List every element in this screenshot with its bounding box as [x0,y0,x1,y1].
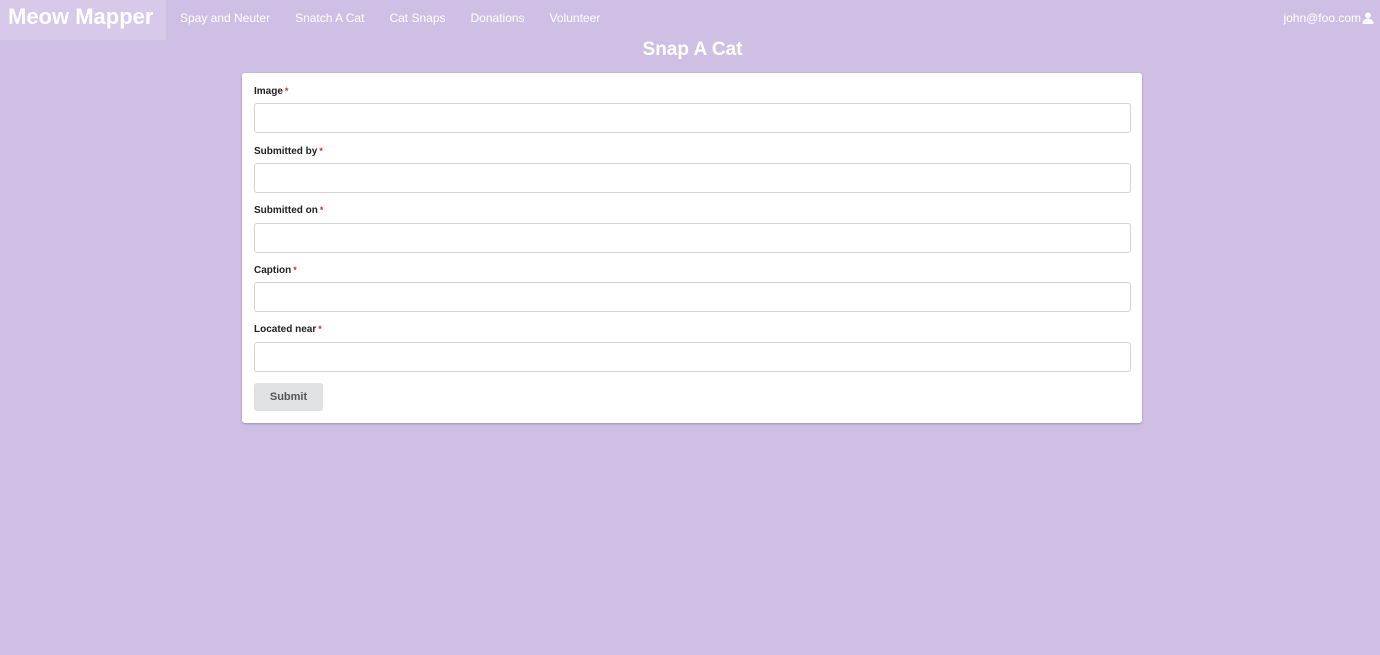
snap-form: Image * Submitted by * Submitted on * Capti… [242,73,1142,423]
located-near-field-label: Located near * [254,324,322,335]
nav-menu: Spay and Neuter Snatch A Cat Cat Snaps D… [180,0,625,36]
nav-item-snatch-a-cat[interactable]: Snatch A Cat [295,11,364,25]
submitted-on-label-text: Submitted on [254,205,318,216]
required-marker: * [319,146,323,156]
located-near-field[interactable] [254,342,1131,372]
navbar: Meow Mapper Spay and Neuter Snatch A Cat… [0,0,1380,40]
required-marker: * [284,86,289,96]
nav-item-cat-snaps[interactable]: Cat Snaps [389,11,445,25]
user-menu[interactable]: john@foo.com [1283,0,1374,36]
image-field[interactable] [254,103,1131,133]
nav-item-donations[interactable]: Donations [471,11,525,25]
caption-label-text: Caption [254,265,292,276]
caption-field-label: Caption * [254,265,297,276]
page-title: Snap A Cat [642,39,743,60]
brand-logo[interactable]: Meow Mapper [0,0,166,40]
image-label-text: Image [254,86,283,97]
submitted-by-field[interactable] [254,163,1131,193]
submitted-by-field-label: Submitted by * [254,146,323,157]
submitted-on-field-label: Submitted on * [254,205,323,216]
image-field-label: Image * [254,86,288,97]
required-marker: * [293,265,297,275]
nav-item-spay-and-neuter[interactable]: Spay and Neuter [180,11,270,25]
located-near-label-text: Located near [254,324,317,335]
user-icon [1362,12,1374,24]
required-marker: * [318,324,322,334]
submitted-by-label-text: Submitted by [254,146,318,157]
submit-button[interactable]: Submit [254,383,323,411]
caption-field[interactable] [254,282,1131,312]
submitted-on-field[interactable] [254,223,1131,253]
user-email: john@foo.com [1283,11,1361,25]
nav-item-volunteer[interactable]: Volunteer [550,11,601,25]
required-marker: * [319,205,324,215]
